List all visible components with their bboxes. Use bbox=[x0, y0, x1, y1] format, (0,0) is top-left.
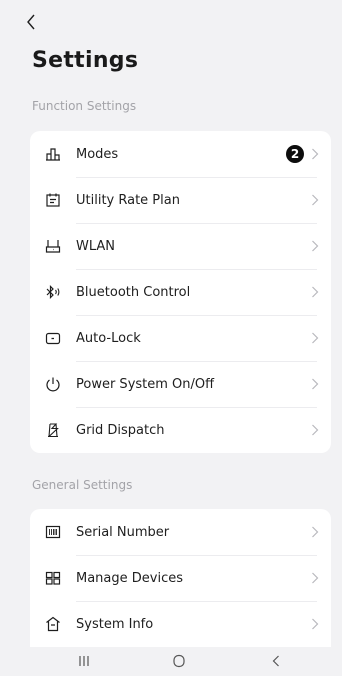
home-button[interactable] bbox=[171, 653, 187, 669]
modes-icon bbox=[45, 146, 61, 162]
page-title: Settings bbox=[32, 48, 139, 73]
nav-back-button[interactable] bbox=[268, 653, 284, 669]
home-info-icon bbox=[45, 616, 61, 632]
settings-item-auto-lock[interactable]: Auto-Lock bbox=[30, 315, 331, 361]
utility-rate-icon bbox=[45, 192, 61, 208]
grid-tower-icon bbox=[45, 422, 61, 438]
notification-badge: 2 bbox=[286, 145, 304, 163]
recent-apps-button[interactable] bbox=[76, 653, 92, 669]
settings-item-grid-dispatch[interactable]: Grid Dispatch bbox=[30, 407, 331, 453]
chevron-right-icon bbox=[312, 618, 319, 630]
settings-item-manage-devices[interactable]: Manage Devices bbox=[30, 555, 331, 601]
settings-item-label: System Info bbox=[76, 616, 154, 632]
recent-apps-icon bbox=[79, 656, 89, 666]
function-settings-card: Modes 2 Utility Rate Plan WLAN Bluetooth… bbox=[30, 131, 331, 453]
settings-item-modes[interactable]: Modes 2 bbox=[30, 131, 331, 177]
chevron-right-icon bbox=[312, 240, 319, 252]
general-settings-card: Serial Number Manage Devices System Info bbox=[30, 509, 331, 647]
chevron-right-icon bbox=[312, 332, 319, 344]
back-button[interactable] bbox=[26, 10, 48, 34]
chevron-right-icon bbox=[312, 378, 319, 390]
chevron-right-icon bbox=[312, 286, 319, 298]
settings-item-serial-number[interactable]: Serial Number bbox=[30, 509, 331, 555]
back-icon bbox=[272, 655, 279, 667]
router-icon bbox=[45, 238, 61, 254]
settings-item-label: Grid Dispatch bbox=[76, 422, 165, 438]
settings-item-label: Bluetooth Control bbox=[76, 284, 191, 300]
chevron-right-icon bbox=[312, 148, 319, 160]
settings-item-wlan[interactable]: WLAN bbox=[30, 223, 331, 269]
settings-item-utility-rate-plan[interactable]: Utility Rate Plan bbox=[30, 177, 331, 223]
chevron-right-icon bbox=[312, 572, 319, 584]
home-icon bbox=[173, 654, 185, 668]
power-icon bbox=[45, 376, 61, 392]
bluetooth-icon bbox=[45, 284, 61, 300]
settings-item-label: Manage Devices bbox=[76, 570, 184, 586]
settings-item-bluetooth-control[interactable]: Bluetooth Control bbox=[30, 269, 331, 315]
section-label-function: Function Settings bbox=[32, 99, 137, 113]
devices-grid-icon bbox=[45, 570, 61, 586]
settings-item-label: Utility Rate Plan bbox=[76, 192, 180, 208]
lock-screen-icon bbox=[45, 330, 61, 346]
settings-item-label: Modes bbox=[76, 146, 119, 162]
system-nav-bar bbox=[0, 647, 342, 676]
settings-item-label: Serial Number bbox=[76, 524, 170, 540]
settings-item-power-system[interactable]: Power System On/Off bbox=[30, 361, 331, 407]
chevron-left-icon bbox=[27, 14, 35, 30]
section-label-general: General Settings bbox=[32, 478, 133, 492]
settings-item-label: Power System On/Off bbox=[76, 376, 215, 392]
serial-number-icon bbox=[45, 524, 61, 540]
chevron-right-icon bbox=[312, 424, 319, 436]
settings-item-label: Auto-Lock bbox=[76, 330, 141, 346]
chevron-right-icon bbox=[312, 194, 319, 206]
settings-item-system-info[interactable]: System Info bbox=[30, 601, 331, 647]
chevron-right-icon bbox=[312, 526, 319, 538]
settings-item-label: WLAN bbox=[76, 238, 116, 254]
